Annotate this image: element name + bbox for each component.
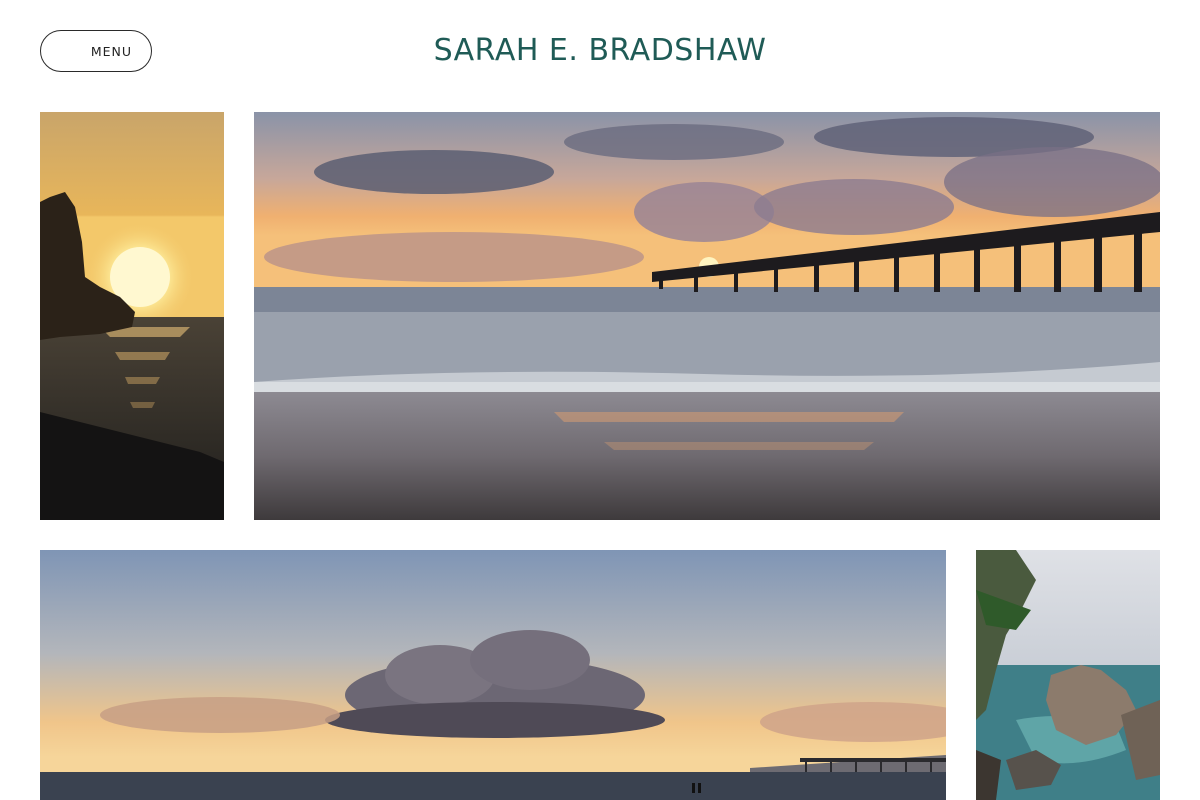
menu-label: MENU <box>90 43 132 59</box>
rocky-coast-image <box>976 550 1160 800</box>
gallery-photo-cloud-sunset[interactable] <box>40 550 946 800</box>
pier-sunset-image <box>254 112 1160 520</box>
gallery-photo-rock-sunset[interactable] <box>40 112 224 520</box>
gallery-photo-pier-sunset[interactable] <box>254 112 1160 520</box>
cloud-sunset-image <box>40 550 946 800</box>
site-header: MENU SARAH E. BRADSHAW <box>0 0 1200 100</box>
site-title: SARAH E. BRADSHAW <box>0 30 1200 72</box>
rock-sunset-image <box>40 112 224 520</box>
menu-button[interactable]: MENU <box>40 30 152 72</box>
site-title-link[interactable]: SARAH E. BRADSHAW <box>434 33 767 68</box>
gallery-photo-rocky-coast[interactable] <box>976 550 1160 800</box>
